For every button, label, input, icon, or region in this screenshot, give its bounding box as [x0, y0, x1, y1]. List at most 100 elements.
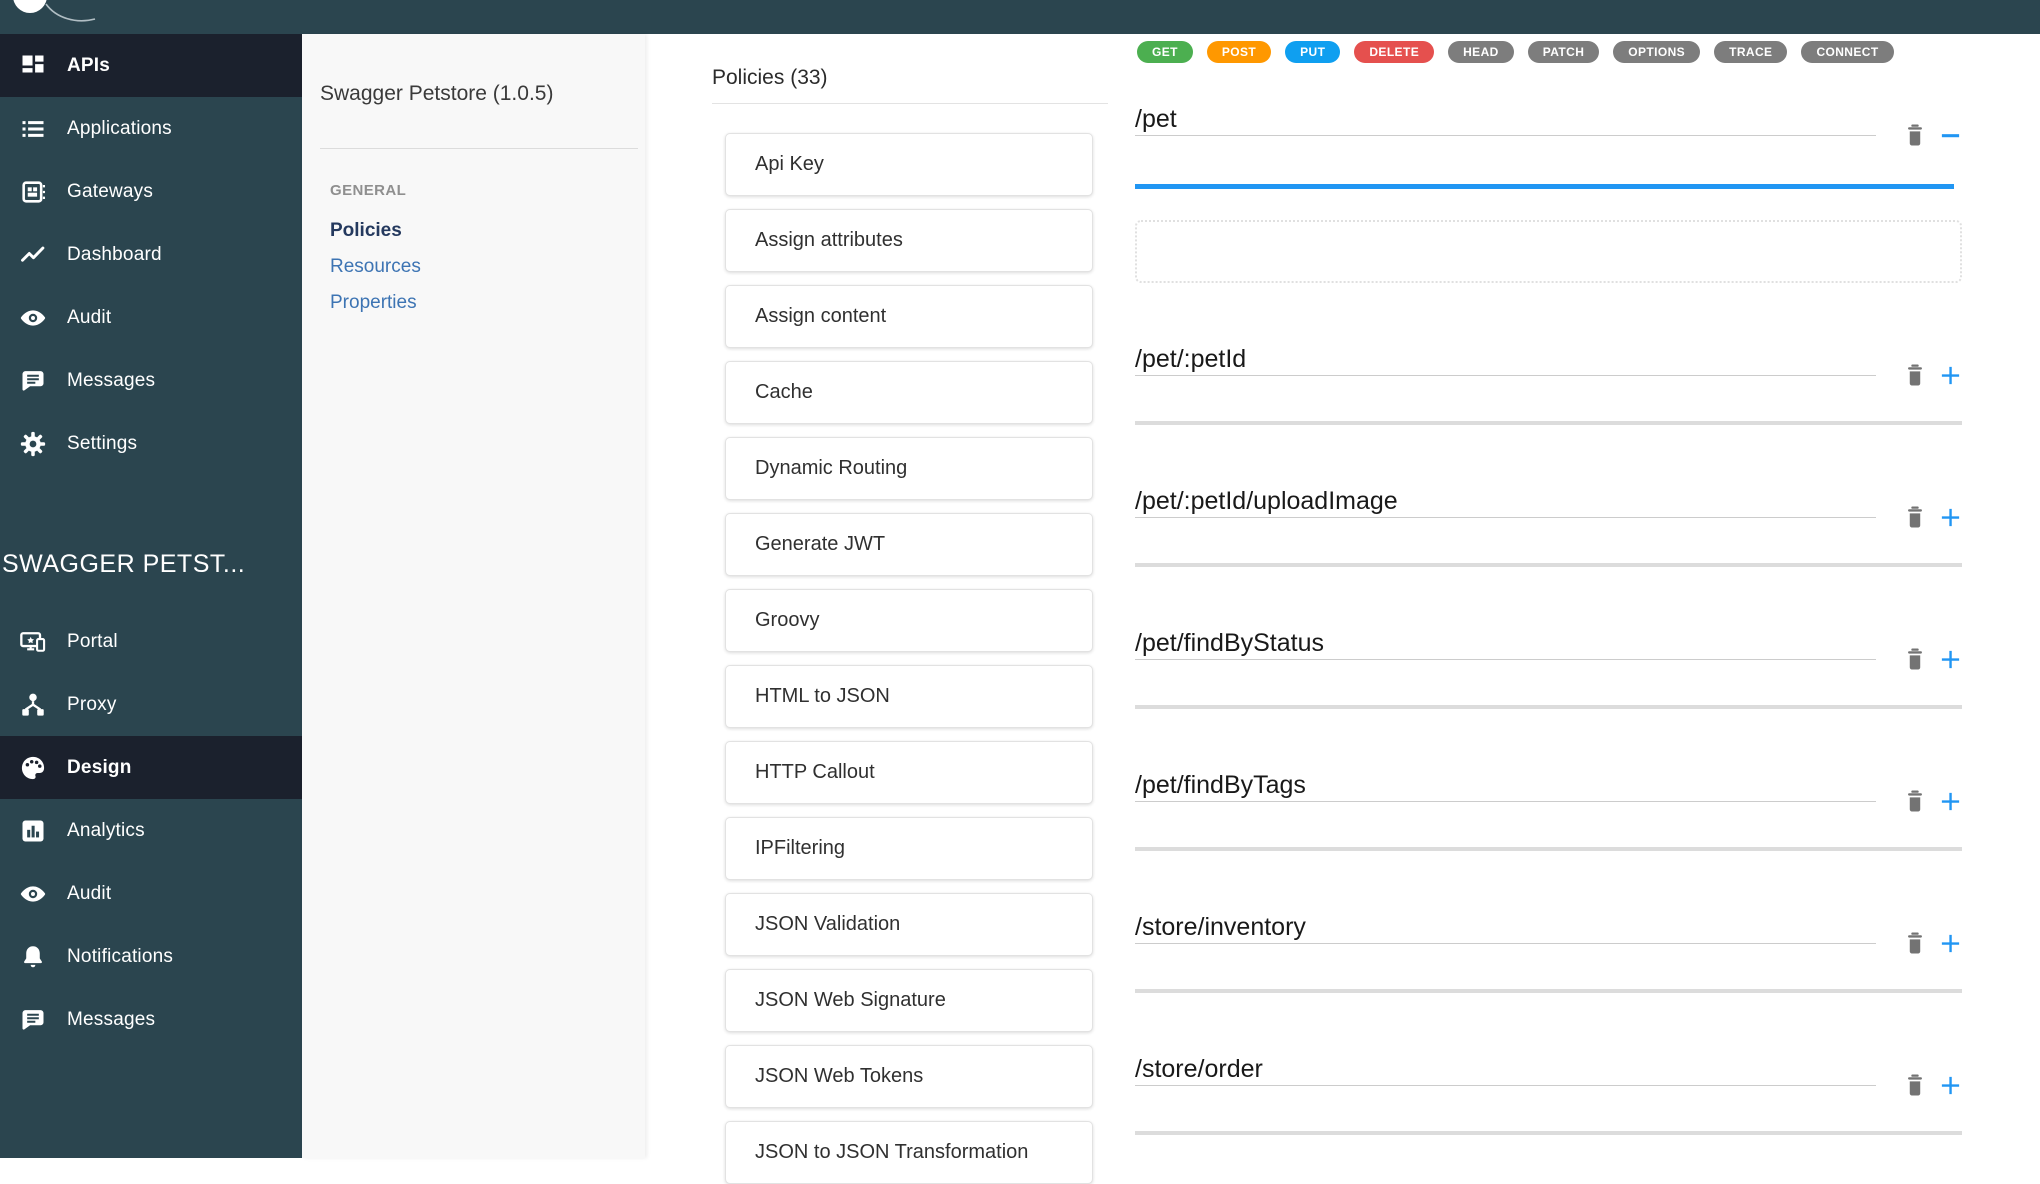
path-line: /pet/findByStatus — [1135, 629, 1962, 660]
policy-label: JSON Validation — [755, 913, 900, 936]
design-area: GET POST PUT DELETE HEAD PATCH OPTIONS TRACE CON… — [1130, 34, 2040, 1158]
method-chip[interactable]: GET — [1137, 41, 1193, 63]
sidebar-item-label: Applications — [67, 118, 172, 140]
policy-card[interactable]: Cache — [725, 361, 1093, 424]
sidebar-item[interactable]: Notifications — [0, 925, 302, 988]
trash-icon[interactable] — [1903, 122, 1926, 148]
portal-icon — [18, 628, 48, 656]
method-chip[interactable]: CONNECT — [1801, 41, 1893, 63]
path-input[interactable]: /pet/:petId — [1135, 345, 1876, 376]
path-actions — [1903, 362, 1962, 388]
sidebar-item-label: Design — [67, 757, 132, 779]
policy-card[interactable]: Dynamic Routing — [725, 437, 1093, 500]
path-input[interactable]: /pet/findByTags — [1135, 771, 1876, 802]
path-actions — [1903, 646, 1962, 672]
policy-card[interactable]: Api Key — [725, 133, 1093, 196]
sidebar-item[interactable]: Messages — [0, 349, 302, 412]
sidebar-item-label: Audit — [67, 307, 111, 329]
api-panel: Swagger Petstore (1.0.5) GENERAL Policie… — [302, 34, 645, 1158]
minus-icon[interactable] — [1939, 122, 1962, 148]
policy-card[interactable]: JSON to JSON Transformation — [725, 1121, 1093, 1184]
path-actions — [1903, 788, 1962, 814]
policy-card[interactable]: Groovy — [725, 589, 1093, 652]
policy-card[interactable]: HTML to JSON — [725, 665, 1093, 728]
proxy-icon — [18, 691, 48, 719]
gateways-icon — [18, 178, 48, 206]
sidebar-item-label: Gateways — [67, 181, 153, 203]
settings-gear-icon — [18, 430, 48, 458]
path-input[interactable]: /store/order — [1135, 1055, 1876, 1086]
policy-label: JSON Web Signature — [755, 989, 946, 1012]
policy-card[interactable]: JSON Validation — [725, 893, 1093, 956]
api-title: Swagger Petstore (1.0.5) — [320, 82, 625, 106]
path-row: /store/inventory — [1135, 851, 1962, 993]
trash-icon[interactable] — [1903, 362, 1926, 388]
plus-icon[interactable] — [1939, 788, 1962, 814]
panel-link[interactable]: Resources — [330, 256, 625, 278]
policy-label: IPFiltering — [755, 837, 845, 860]
method-chip[interactable]: HEAD — [1448, 41, 1514, 63]
sidebar-item[interactable]: Messages — [0, 988, 302, 1051]
sidebar-item[interactable]: Gateways — [0, 160, 302, 223]
plus-icon[interactable] — [1939, 1072, 1962, 1098]
trash-icon[interactable] — [1903, 788, 1926, 814]
analytics-chart-icon — [18, 817, 48, 845]
logo-icon[interactable] — [0, 0, 120, 34]
method-chip[interactable]: PUT — [1285, 41, 1340, 63]
path-input[interactable]: /pet — [1135, 105, 1876, 136]
sidebar-item[interactable]: Proxy — [0, 673, 302, 736]
policy-card[interactable]: JSON Web Signature — [725, 969, 1093, 1032]
path-row: /pet/findByTags — [1135, 709, 1962, 851]
method-chip[interactable]: PATCH — [1528, 41, 1600, 63]
policy-drop-zone[interactable] — [1135, 220, 1962, 283]
policy-card[interactable]: HTTP Callout — [725, 741, 1093, 804]
sidebar-item[interactable]: APIs — [0, 34, 302, 97]
path-input[interactable]: /pet/:petId/uploadImage — [1135, 487, 1876, 518]
method-chip[interactable]: POST — [1207, 41, 1271, 63]
audit-eye-icon — [18, 880, 48, 908]
policy-card[interactable]: IPFiltering — [725, 817, 1093, 880]
sidebar-item[interactable]: Applications — [0, 97, 302, 160]
sidebar: APIs Applications Gateways Dashboard Aud… — [0, 34, 302, 1158]
path-row: /pet/findByStatus — [1135, 567, 1962, 709]
plus-icon[interactable] — [1939, 504, 1962, 530]
path-line: /pet/:petId — [1135, 345, 1962, 376]
method-chip[interactable]: TRACE — [1714, 41, 1787, 63]
sidebar-api-section-title: SWAGGER PETST... — [2, 550, 302, 579]
method-chip[interactable]: DELETE — [1354, 41, 1434, 63]
sidebar-item[interactable]: Portal — [0, 610, 302, 673]
plus-icon[interactable] — [1939, 362, 1962, 388]
policy-card[interactable]: JSON Web Tokens — [725, 1045, 1093, 1108]
panel-link[interactable]: Policies — [330, 220, 625, 242]
sidebar-item[interactable]: Audit — [0, 862, 302, 925]
path-row-divider — [1135, 1131, 1962, 1135]
messages-chat-icon — [18, 1006, 48, 1034]
path-input[interactable]: /store/inventory — [1135, 913, 1876, 944]
method-chip[interactable]: OPTIONS — [1613, 41, 1700, 63]
path-row: /store/order — [1135, 993, 1962, 1135]
policy-card[interactable]: Generate JWT — [725, 513, 1093, 576]
sidebar-item[interactable]: Analytics — [0, 799, 302, 862]
trash-icon[interactable] — [1903, 930, 1926, 956]
sidebar-api-nav: Portal Proxy Design Analytics Audit Noti… — [0, 610, 302, 1051]
design-palette-icon — [18, 754, 48, 782]
trash-icon[interactable] — [1903, 504, 1926, 530]
trash-icon[interactable] — [1903, 646, 1926, 672]
sidebar-item-label: Analytics — [67, 820, 145, 842]
path-actions — [1903, 122, 1962, 148]
policy-label: Groovy — [755, 609, 819, 632]
sidebar-item-label: Audit — [67, 883, 111, 905]
policy-card[interactable]: Assign attributes — [725, 209, 1093, 272]
plus-icon[interactable] — [1939, 646, 1962, 672]
panel-link[interactable]: Properties — [330, 292, 625, 314]
sidebar-item[interactable]: Design — [0, 736, 302, 799]
path-input[interactable]: /pet/findByStatus — [1135, 629, 1876, 660]
sidebar-item[interactable]: Audit — [0, 286, 302, 349]
trash-icon[interactable] — [1903, 1072, 1926, 1098]
policy-card[interactable]: Assign content — [725, 285, 1093, 348]
policies-heading: Policies (33) — [712, 66, 1092, 90]
sidebar-item[interactable]: Settings — [0, 412, 302, 475]
plus-icon[interactable] — [1939, 930, 1962, 956]
sidebar-item[interactable]: Dashboard — [0, 223, 302, 286]
sidebar-item-label: Messages — [67, 370, 155, 392]
